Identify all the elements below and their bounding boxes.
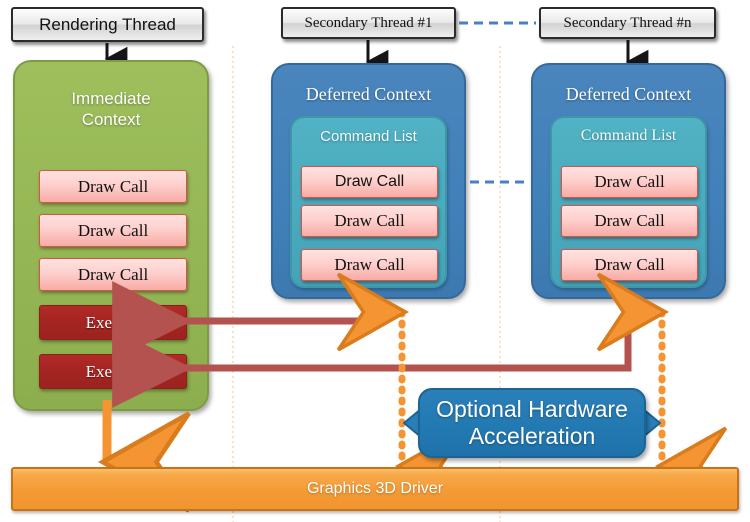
draw-call-item[interactable]: Draw Call bbox=[39, 170, 187, 203]
hw-accel-line1: Optional Hardware bbox=[436, 395, 628, 422]
deferred-context-title: Deferred Context bbox=[305, 84, 432, 104]
thread-box-rendering[interactable]: Rendering Thread bbox=[11, 7, 204, 42]
thread-label: Rendering Thread bbox=[39, 14, 176, 34]
draw-call-label: Draw Call bbox=[594, 211, 665, 230]
hw-accel-line2: Acceleration bbox=[468, 423, 596, 449]
draw-call-label: Draw Call bbox=[334, 255, 405, 274]
draw-call-item[interactable]: Draw Call bbox=[39, 258, 187, 291]
draw-call-label: Draw Call bbox=[334, 211, 405, 230]
execute-item[interactable]: Execute bbox=[39, 305, 187, 340]
draw-call-label: Draw Call bbox=[594, 255, 665, 274]
draw-call-label: Draw Call bbox=[77, 264, 149, 284]
execute-label: Execute bbox=[85, 312, 141, 332]
draw-call-item[interactable]: Draw Call bbox=[301, 205, 438, 237]
draw-call-item[interactable]: Draw Call bbox=[561, 205, 698, 237]
draw-call-item[interactable]: Draw Call bbox=[301, 166, 438, 198]
optional-hardware-acceleration-box[interactable]: Optional Hardware Acceleration bbox=[418, 388, 646, 458]
draw-call-label: Draw Call bbox=[594, 172, 665, 191]
diagram-canvas: Rendering Thread Secondary Thread #1 Sec… bbox=[0, 0, 750, 522]
draw-call-label: Draw Call bbox=[77, 176, 149, 196]
graphics-3d-driver-bar[interactable]: Graphics 3D Driver bbox=[11, 467, 739, 511]
draw-call-label: Draw Call bbox=[334, 173, 405, 190]
draw-call-item[interactable]: Draw Call bbox=[301, 249, 438, 281]
deferred-context-title: Deferred Context bbox=[565, 84, 692, 104]
driver-label: Graphics 3D Driver bbox=[306, 480, 444, 497]
thread-box-secondary-n[interactable]: Secondary Thread #n bbox=[539, 7, 716, 39]
draw-call-label: Draw Call bbox=[77, 220, 149, 240]
draw-call-item[interactable]: Draw Call bbox=[39, 214, 187, 247]
thread-label: Secondary Thread #n bbox=[563, 14, 692, 31]
execute-label: Execute bbox=[85, 361, 141, 381]
draw-call-item[interactable]: Draw Call bbox=[561, 166, 698, 198]
immediate-context-title-line1: Immediate bbox=[71, 89, 151, 108]
immediate-context-block: Immediate Context Draw Call Draw Call Dr… bbox=[13, 60, 209, 411]
command-list-label: Command List bbox=[320, 128, 417, 145]
draw-call-item[interactable]: Draw Call bbox=[561, 249, 698, 281]
execute-item[interactable]: Execute bbox=[39, 354, 187, 389]
thread-box-secondary-1[interactable]: Secondary Thread #1 bbox=[281, 7, 456, 39]
thread-label: Secondary Thread #1 bbox=[304, 14, 433, 31]
command-list-label: Command List bbox=[580, 127, 677, 144]
immediate-context-title-line2: Context bbox=[81, 110, 141, 130]
